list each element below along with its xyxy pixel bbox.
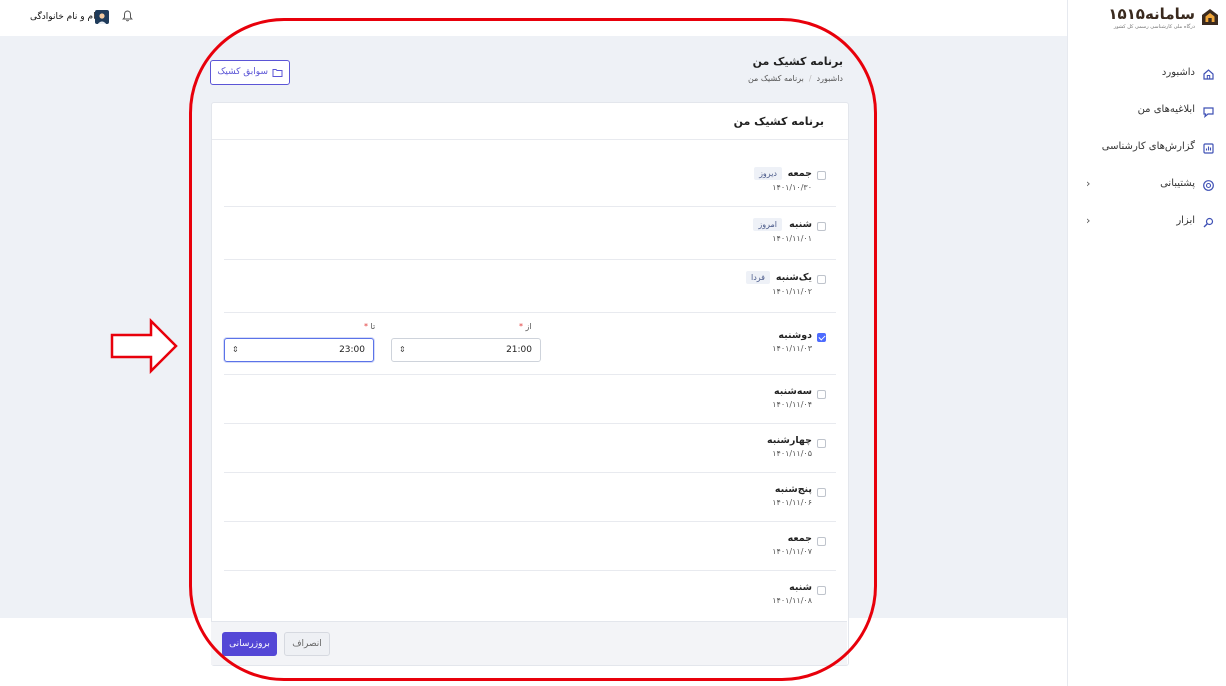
day-badge: امروز xyxy=(753,218,782,231)
day-date: ۱۴۰۱/۱۱/۰۵ xyxy=(772,449,812,458)
day-date: ۱۴۰۱/۱۱/۰۸ xyxy=(772,596,812,605)
day-row: سه‌شنبه ۱۴۰۱/۱۱/۰۴ xyxy=(224,375,836,424)
day-checkbox[interactable] xyxy=(817,488,826,497)
day-checkbox[interactable] xyxy=(817,390,826,399)
day-date: ۱۴۰۱/۱۱/۰۲ xyxy=(772,287,812,296)
spinner-icon[interactable]: ⇕ xyxy=(232,345,239,354)
sidebar-item-reports[interactable]: گزارش‌های کارشناسی xyxy=(1068,132,1226,169)
sidebar-nav: داشبورد ابلاغیه‌های من گزارش‌های کارشناس… xyxy=(1068,58,1226,243)
day-name: یک‌شنبه xyxy=(775,272,812,283)
to-label: تا * xyxy=(364,322,376,331)
day-date: ۱۴۰۱/۱۱/۰۴ xyxy=(772,400,812,409)
day-row-selected: دوشنبه ۱۴۰۱/۱۱/۰۳ از * 21:00 ⇕ تا * 23:0… xyxy=(224,313,836,375)
user-name[interactable]: نام و نام خانوادگی xyxy=(30,12,98,22)
to-time-input[interactable]: 23:00 ⇕ xyxy=(224,338,374,362)
day-name: شنبه xyxy=(789,582,812,593)
day-checkbox[interactable] xyxy=(817,222,826,231)
card-title: برنامه کشیک من xyxy=(733,115,824,128)
day-date: ۱۴۰۱/۱۱/۰۶ xyxy=(772,498,812,507)
logo[interactable]: سامانه۱۵۱۵ درگاه ملی کارشناسی رسمی کل کش… xyxy=(1071,5,1219,32)
day-date: ۱۴۰۱/۱۱/۰۳ xyxy=(772,344,812,353)
cancel-button[interactable]: انصراف xyxy=(284,632,330,656)
day-checkbox[interactable] xyxy=(817,586,826,595)
form-footer: بروزرسانی انصراف xyxy=(211,621,847,665)
day-checkbox[interactable] xyxy=(817,171,826,180)
day-date: ۱۴۰۱/۱۱/۰۱ xyxy=(772,234,812,243)
day-checkbox[interactable] xyxy=(817,275,826,284)
shift-history-label: سوابق کشیک xyxy=(217,67,268,77)
day-name: سه‌شنبه xyxy=(774,386,812,397)
to-time-value: 23:00 xyxy=(339,345,365,355)
breadcrumb-link-dashboard[interactable]: داشبورد xyxy=(817,74,843,83)
shift-history-button[interactable]: سوابق کشیک xyxy=(210,60,290,85)
sidebar-item-label: داشبورد xyxy=(1161,67,1195,78)
bell-icon[interactable] xyxy=(122,10,133,22)
sidebar-item-tools[interactable]: ابزار ‹ xyxy=(1068,206,1226,243)
day-name: چهارشنبه xyxy=(766,435,812,446)
spinner-icon[interactable]: ⇕ xyxy=(399,345,406,354)
day-checkbox[interactable] xyxy=(817,537,826,546)
day-row: شنبه امروز ۱۴۰۱/۱۱/۰۱ xyxy=(224,207,836,260)
from-label: از * xyxy=(519,322,532,331)
breadcrumb-current: برنامه کشیک من xyxy=(747,74,804,83)
day-checkbox-checked[interactable] xyxy=(817,333,826,342)
top-bar: نام و نام خانوادگی xyxy=(0,0,1067,36)
day-date: ۱۴۰۱/۱۰/۳۰ xyxy=(772,183,812,192)
day-checkbox[interactable] xyxy=(817,439,826,448)
day-name: شنبه xyxy=(789,219,812,230)
day-name: دوشنبه xyxy=(778,330,812,341)
avatar[interactable] xyxy=(95,10,109,24)
day-row: جمعه دیروز ۱۴۰۱/۱۰/۳۰ xyxy=(224,139,836,207)
day-row: جمعه ۱۴۰۱/۱۱/۰۷ xyxy=(224,522,836,571)
day-date: ۱۴۰۱/۱۱/۰۷ xyxy=(772,547,812,556)
sidebar-item-support[interactable]: پشتیبانی ‹ xyxy=(1068,169,1226,206)
day-name: جمعه xyxy=(787,168,812,179)
from-time-input[interactable]: 21:00 ⇕ xyxy=(391,338,541,362)
report-icon xyxy=(1203,143,1214,154)
folder-icon xyxy=(272,69,283,77)
day-badge: فردا xyxy=(745,271,770,284)
day-badge: دیروز xyxy=(754,167,782,180)
day-row: پنج‌شنبه ۱۴۰۱/۱۱/۰۶ xyxy=(224,473,836,522)
chevron-left-icon: ‹ xyxy=(1086,214,1091,227)
sidebar-item-label: ابزار xyxy=(1176,215,1195,226)
support-icon xyxy=(1203,180,1214,191)
day-name: جمعه xyxy=(787,533,812,544)
update-button[interactable]: بروزرسانی xyxy=(222,632,277,656)
logo-subtitle: درگاه ملی کارشناسی رسمی کل کشور xyxy=(1113,24,1195,30)
day-row: یک‌شنبه فردا ۱۴۰۱/۱۱/۰۲ xyxy=(224,260,836,313)
days-list: جمعه دیروز ۱۴۰۱/۱۰/۳۰ شنبه امروز ۱۴۰۱/۱۱… xyxy=(224,139,836,619)
annotation-arrow-icon xyxy=(110,318,178,374)
home-icon xyxy=(1203,69,1214,80)
chevron-left-icon: ‹ xyxy=(1086,177,1091,190)
sidebar: سامانه۱۵۱۵ درگاه ملی کارشناسی رسمی کل کش… xyxy=(1067,0,1226,686)
breadcrumb-separator: / xyxy=(808,74,812,83)
chat-icon xyxy=(1203,107,1214,118)
day-row: شنبه ۱۴۰۱/۱۱/۰۸ xyxy=(224,571,836,619)
sidebar-item-dashboard[interactable]: داشبورد xyxy=(1068,58,1226,95)
sidebar-item-label: گزارش‌های کارشناسی xyxy=(1101,141,1195,152)
tools-icon xyxy=(1203,217,1214,228)
logo-house-icon xyxy=(1202,9,1218,25)
logo-title: سامانه۱۵۱۵ xyxy=(1108,5,1195,23)
sidebar-item-label: پشتیبانی xyxy=(1160,178,1195,189)
sidebar-item-label: ابلاغیه‌های من xyxy=(1137,104,1195,115)
day-row: چهارشنبه ۱۴۰۱/۱۱/۰۵ xyxy=(224,424,836,473)
from-time-value: 21:00 xyxy=(506,345,532,355)
day-name: پنج‌شنبه xyxy=(774,484,812,495)
page-title: برنامه کشیک من xyxy=(752,55,843,68)
breadcrumb: داشبورد / برنامه کشیک من xyxy=(748,74,843,83)
shift-schedule-card: برنامه کشیک من جمعه دیروز ۱۴۰۱/۱۰/۳۰ شنب… xyxy=(211,102,849,666)
sidebar-item-notices[interactable]: ابلاغیه‌های من xyxy=(1068,95,1226,132)
